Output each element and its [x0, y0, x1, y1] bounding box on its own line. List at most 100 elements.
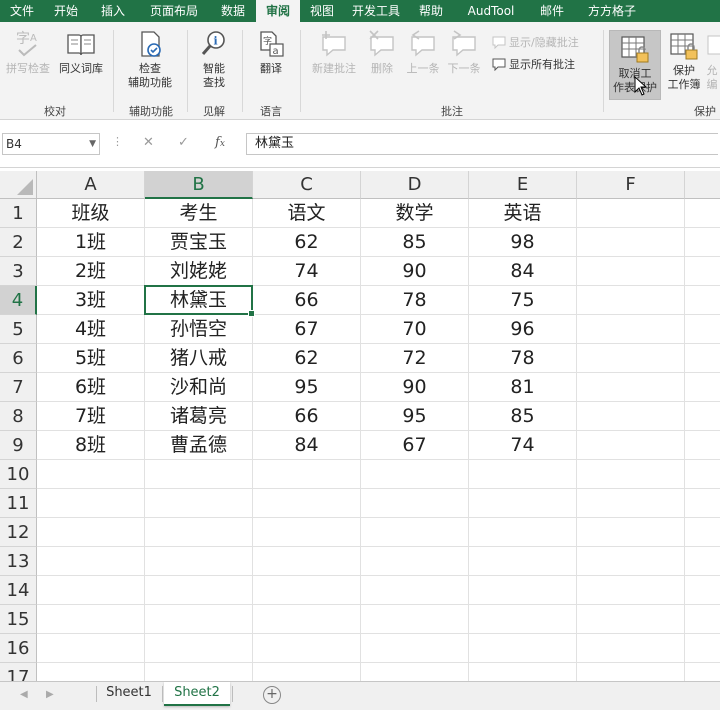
cell[interactable]: 85 [361, 228, 469, 257]
row-header-11[interactable]: 11 [0, 489, 37, 518]
cell[interactable]: 98 [469, 228, 577, 257]
row-header-16[interactable]: 16 [0, 634, 37, 663]
cell[interactable] [577, 460, 685, 489]
row-header-13[interactable]: 13 [0, 547, 37, 576]
cell[interactable] [37, 634, 145, 663]
cell[interactable] [37, 547, 145, 576]
cell[interactable] [469, 576, 577, 605]
cell[interactable] [361, 460, 469, 489]
cell[interactable]: 猪八戒 [145, 344, 253, 373]
cell[interactable]: 67 [361, 431, 469, 460]
cell[interactable] [145, 576, 253, 605]
cell[interactable]: 74 [253, 257, 361, 286]
cell[interactable] [361, 489, 469, 518]
formula-input[interactable]: 林黛玉 [246, 133, 718, 155]
cell[interactable] [685, 605, 720, 634]
cell[interactable] [685, 518, 720, 547]
cell[interactable]: 2班 [37, 257, 145, 286]
cell[interactable] [685, 489, 720, 518]
cell[interactable]: 72 [361, 344, 469, 373]
cell[interactable] [145, 663, 253, 681]
cell[interactable]: 6班 [37, 373, 145, 402]
cell[interactable]: 66 [253, 402, 361, 431]
ribbon-tab-5[interactable]: 审阅 [256, 0, 300, 22]
cell[interactable]: 班级 [37, 199, 145, 228]
enter-icon[interactable]: ✓ [178, 135, 189, 150]
spelling-check-button[interactable]: 字 A 拼写检查 [2, 28, 54, 76]
cell[interactable] [469, 518, 577, 547]
cell[interactable]: 84 [469, 257, 577, 286]
cell[interactable] [145, 605, 253, 634]
row-header-4[interactable]: 4 [0, 286, 37, 315]
insert-function-icon[interactable]: fx [215, 135, 225, 150]
cell[interactable]: 67 [253, 315, 361, 344]
column-header-C[interactable]: C [253, 171, 361, 199]
cell[interactable] [37, 460, 145, 489]
cell[interactable] [577, 605, 685, 634]
cell[interactable] [469, 634, 577, 663]
cell[interactable] [685, 634, 720, 663]
cell[interactable] [577, 489, 685, 518]
cell[interactable]: 95 [361, 402, 469, 431]
row-header-8[interactable]: 8 [0, 402, 37, 431]
cell[interactable]: 贾宝玉 [145, 228, 253, 257]
cell[interactable] [685, 286, 720, 315]
cell[interactable] [469, 489, 577, 518]
cell[interactable]: 刘姥姥 [145, 257, 253, 286]
cell[interactable] [685, 431, 720, 460]
column-header-E[interactable]: E [469, 171, 577, 199]
cell[interactable] [577, 344, 685, 373]
ribbon-tab-11[interactable]: 方方格子 [576, 0, 648, 22]
row-header-3[interactable]: 3 [0, 257, 37, 286]
ribbon-tab-10[interactable]: 邮件 [528, 0, 576, 22]
cell[interactable]: 7班 [37, 402, 145, 431]
cell[interactable]: 85 [469, 402, 577, 431]
cell[interactable] [685, 199, 720, 228]
ribbon-tab-6[interactable]: 视图 [300, 0, 344, 22]
ribbon-tab-2[interactable]: 插入 [88, 0, 138, 22]
select-all-corner[interactable] [0, 171, 37, 199]
column-header-F[interactable]: F [577, 171, 685, 199]
cell[interactable] [577, 228, 685, 257]
cell[interactable]: 沙和尚 [145, 373, 253, 402]
cell[interactable] [253, 576, 361, 605]
cell[interactable]: 78 [469, 344, 577, 373]
show-all-comments-button[interactable]: 显示所有批注 [492, 56, 575, 72]
row-header-9[interactable]: 9 [0, 431, 37, 460]
cell[interactable] [361, 518, 469, 547]
cell[interactable] [685, 547, 720, 576]
cell[interactable]: 8班 [37, 431, 145, 460]
cell[interactable] [37, 489, 145, 518]
column-header-D[interactable]: D [361, 171, 469, 199]
cell[interactable] [577, 518, 685, 547]
cell[interactable]: 75 [469, 286, 577, 315]
cell[interactable] [253, 460, 361, 489]
cell[interactable]: 林黛玉 [145, 286, 253, 315]
cell[interactable] [37, 576, 145, 605]
sheet-tab-sheet2[interactable]: Sheet2 [164, 682, 230, 706]
cell[interactable] [577, 373, 685, 402]
cell[interactable] [361, 576, 469, 605]
column-header-overflow[interactable] [685, 171, 720, 199]
name-box[interactable]: B4 ▼ [2, 133, 100, 155]
cell[interactable] [145, 460, 253, 489]
row-header-15[interactable]: 15 [0, 605, 37, 634]
allow-edit-ranges-button[interactable]: 允 编 [704, 30, 720, 92]
sheet-tab-sheet1[interactable]: Sheet1 [98, 682, 160, 706]
cell[interactable]: 84 [253, 431, 361, 460]
translate-button[interactable]: 字 a 翻译 [246, 28, 296, 76]
cancel-icon[interactable]: ✕ [143, 135, 154, 150]
cell[interactable] [577, 315, 685, 344]
cell[interactable]: 81 [469, 373, 577, 402]
ribbon-tab-4[interactable]: 数据 [210, 0, 256, 22]
cell[interactable] [253, 518, 361, 547]
cell[interactable] [577, 431, 685, 460]
cell[interactable] [685, 373, 720, 402]
cell[interactable] [577, 547, 685, 576]
row-header-12[interactable]: 12 [0, 518, 37, 547]
cell[interactable]: 3班 [37, 286, 145, 315]
thesaurus-button[interactable]: 同义词库 [55, 28, 107, 76]
cell[interactable] [469, 663, 577, 681]
row-header-1[interactable]: 1 [0, 199, 37, 228]
cell[interactable]: 曹孟德 [145, 431, 253, 460]
